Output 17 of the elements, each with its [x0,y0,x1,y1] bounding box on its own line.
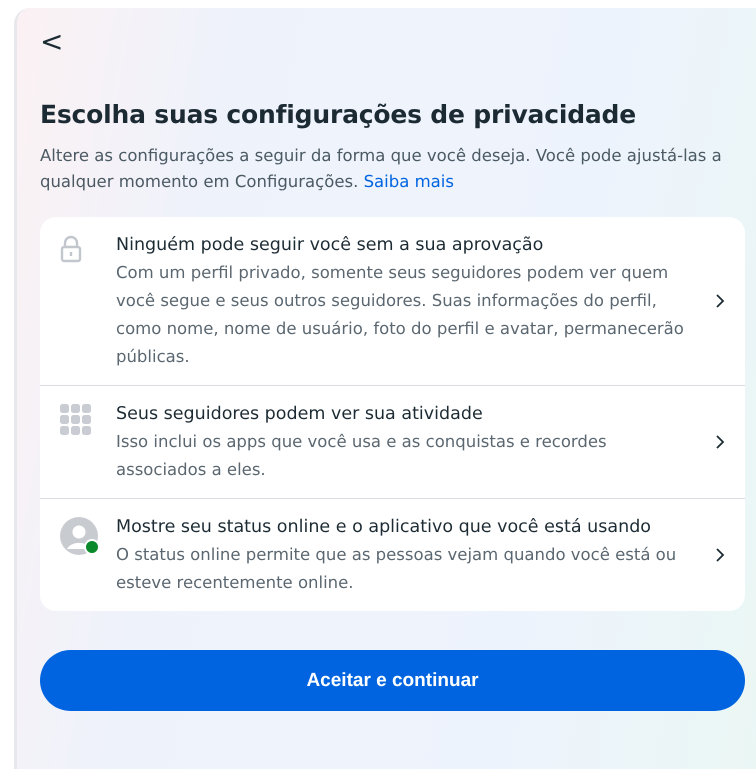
lock-icon [60,235,82,263]
setting-description: O status online permite que as pessoas vejam quando você está ou esteve recentemente online. [116,544,678,594]
setting-title: Mostre seu status online e o aplicativo que você está usando [116,516,652,539]
setting-title: Ninguém pode seguir você sem a sua aprovação [116,234,544,257]
chevron-right-icon[interactable] [715,293,725,309]
avatar-online-icon [60,517,100,557]
setting-description: Isso inclui os apps que você usa e as conquistas e recordes associados a eles. [116,431,608,481]
back-button[interactable]: < [40,28,64,56]
setting-title: Seus seguidores podem ver sua atividade [116,403,484,426]
chevron-right-icon[interactable] [715,434,725,450]
learn-more-link[interactable]: Saiba mais [364,172,454,191]
chevron-right-icon[interactable] [715,547,725,563]
page-title: Escolha suas configurações de privacidade [40,100,638,129]
grid-icon [60,404,92,436]
setting-description: Com um perfil privado, somente seus seguidores podem ver quem você segue e seus outros seguidores. Suas informações do perfil, como nome, nome de usuário, foto do perfil e avatar, permanecerão públicas. [116,262,685,368]
accept-button[interactable]: Aceitar e continuar [40,650,745,711]
intro-text: Altere as configurações a seguir da forma que você deseja. Você pode ajustá-las a qualquer momento em Configurações. Saiba mais [40,145,723,193]
